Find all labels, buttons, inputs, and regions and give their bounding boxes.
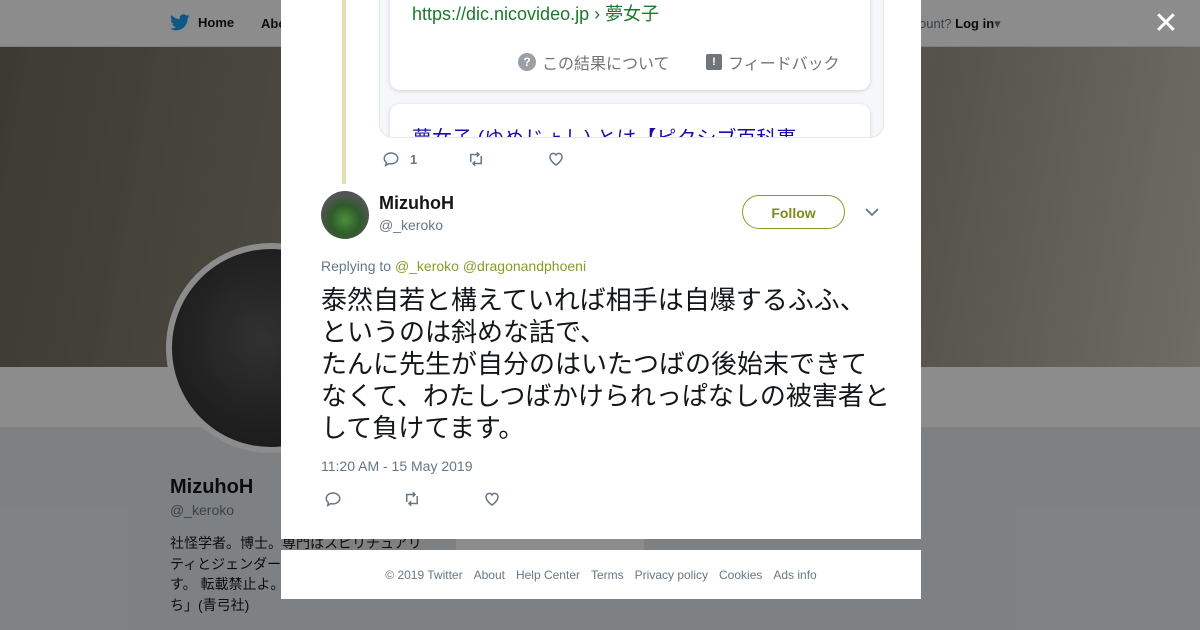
footer-link-help[interactable]: Help Center (516, 568, 580, 582)
like-icon (549, 152, 563, 166)
reply-icon (383, 152, 399, 167)
retweet-action[interactable] (467, 150, 485, 168)
search-result-card: https://dic.nicovideo.jp › 夢女子 ? この結果につい… (390, 0, 870, 90)
chevron-down-icon[interactable] (864, 204, 880, 220)
like-icon[interactable] (483, 490, 501, 508)
reply-action[interactable]: 1 (382, 150, 417, 168)
result-url: https://dic.nicovideo.jp › 夢女子 (412, 4, 660, 24)
result-about: ? この結果について (518, 50, 670, 74)
thread-connector (342, 0, 346, 184)
replying-prefix: Replying to (321, 258, 395, 274)
retweet-icon (470, 151, 483, 167)
previous-tweet-actions: 1 (382, 150, 565, 168)
tweet-timestamp[interactable]: 11:20 AM - 15 May 2019 (321, 458, 473, 474)
follow-button[interactable]: Follow (742, 195, 845, 229)
result-feedback: ! フィードバック (706, 50, 840, 74)
tweet-modal: https://dic.nicovideo.jp › 夢女子 ? この結果につい… (281, 0, 921, 539)
close-icon[interactable]: ✕ (1152, 9, 1180, 39)
footer-link-terms[interactable]: Terms (591, 568, 624, 582)
like-action[interactable] (547, 150, 565, 168)
author-name[interactable]: MizuhoH (379, 193, 454, 214)
footer-link-privacy[interactable]: Privacy policy (635, 568, 708, 582)
reply-icon[interactable] (324, 490, 342, 508)
replying-to: Replying to @_keroko @dragonandphoeni (321, 258, 586, 274)
previous-tweet-media[interactable]: https://dic.nicovideo.jp › 夢女子 ? この結果につい… (379, 0, 884, 138)
help-icon: ? (518, 53, 536, 71)
retweet-icon[interactable] (403, 490, 421, 508)
feedback-icon: ! (706, 54, 722, 70)
footer-copyright: © 2019 Twitter (385, 567, 463, 582)
result-next-title: 夢女子 (ゆめじょし) とは【ピクシブ百科事 (412, 122, 796, 137)
modal-footer: © 2019 Twitter About Help Center Terms P… (281, 550, 921, 599)
reply-count: 1 (410, 151, 418, 167)
tweet-text: 泰然自若と構えていれば相手は自爆するふふ、というのは斜めな話で、 たんに先生が自… (321, 285, 890, 443)
result-about-label: この結果について (542, 56, 670, 73)
footer-link-ads[interactable]: Ads info (773, 568, 816, 582)
replying-mentions[interactable]: @_keroko @dragonandphoeni (395, 258, 586, 274)
author-avatar[interactable] (321, 191, 369, 239)
author-handle[interactable]: @_keroko (379, 217, 443, 233)
search-result-card-next: 夢女子 (ゆめじょし) とは【ピクシブ百科事 (390, 104, 870, 137)
footer-link-about[interactable]: About (474, 568, 505, 582)
footer-link-cookies[interactable]: Cookies (719, 568, 762, 582)
result-feedback-label: フィードバック (728, 56, 840, 73)
